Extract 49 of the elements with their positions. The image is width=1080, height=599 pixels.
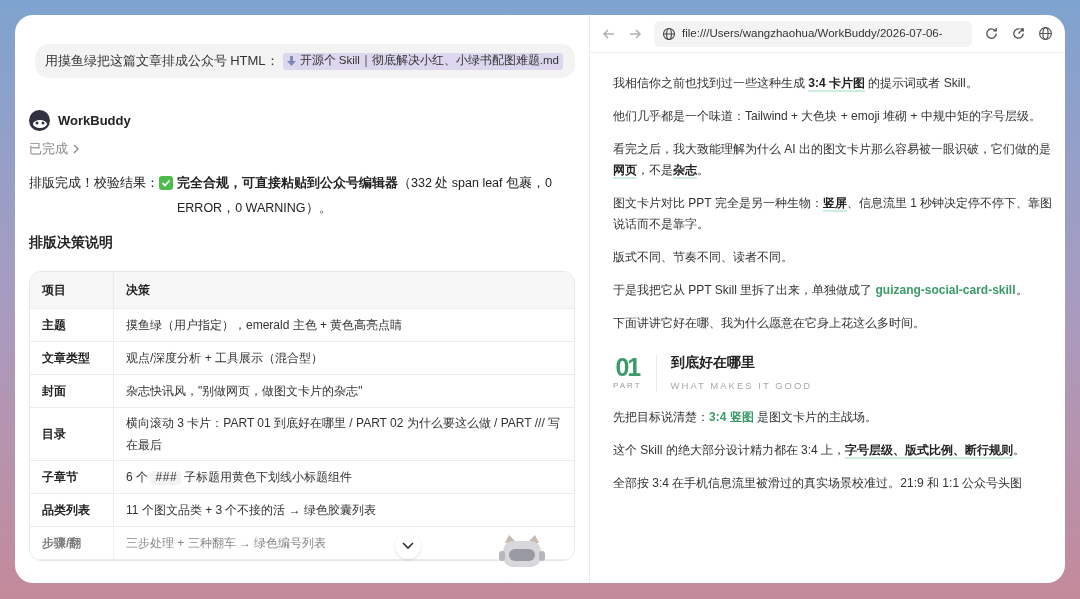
- url-text: file:///Users/wangzhaohua/WorkBuddy/2026-07-06-: [682, 25, 943, 41]
- globe-icon: [662, 26, 676, 41]
- result-text: 完全合规，可直接粘贴到公众号编辑器（332 处 span leaf 包裹，0 ERROR，0 WARNING）。: [177, 174, 553, 217]
- table-cell-text: 三步处理 + 三种翻车 → 绿色编号列表: [125, 535, 328, 552]
- article-paragraph: 于是我把它从 PPT Skill 里拆了出来，单独做成了 guizang-social-card-skill。: [613, 282, 1029, 299]
- reload-icon[interactable]: [984, 26, 999, 41]
- chevron-right-icon: [72, 144, 80, 155]
- assistant-name: WorkBuddy: [58, 111, 131, 130]
- article-paragraph: 我相信你之前也找到过一些这种生成 3:4 卡片图 的提示词或者 Skill。: [613, 75, 979, 94]
- article-paragraph: 全部按 3:4 在手机信息流里被滑过的真实场景校准过。21:9 和 1:1 公众号头图: [613, 475, 1024, 493]
- table-cell-text: 6 个 ### 子标题用黄色下划线小标题组件: [125, 468, 354, 487]
- table-cell-text: 观点/深度分析 + 工具展示（混合型）: [125, 350, 324, 367]
- table-cell: 主题: [30, 309, 114, 341]
- article-paragraph: 先把目标说清楚：3:4 竖图 是图文卡片的主战场。: [613, 409, 879, 427]
- status-toggle[interactable]: 已完成: [29, 140, 80, 159]
- address-bar[interactable]: file:///Users/wangzhaohua/WorkBuddy/2026-07-06-: [654, 20, 972, 47]
- section-heading: 排版决策说明: [29, 233, 114, 252]
- section-title: 到底好在哪里: [670, 353, 756, 372]
- article-paragraph: 版式不同、节奏不同、读者不同。: [613, 249, 794, 266]
- table-cell-text: 杂志快讯风，"别做网页，做图文卡片的杂志": [125, 383, 364, 400]
- message-text: 用摸鱼绿把这篇文章排成公众号 HTML：: [44, 52, 279, 71]
- article-paragraph: 下面讲讲它好在哪、我为什么愿意在它身上花这么多时间。: [613, 315, 926, 332]
- chevron-down-icon: [402, 542, 414, 550]
- section-subtitle: WHAT MAKES IT GOOD: [670, 379, 813, 393]
- table-cell: 目录: [30, 408, 114, 460]
- table-cell-text: 摸鱼绿（用户指定），emerald 主色 + 黄色高亮点睛: [125, 317, 404, 334]
- avatar-icon: [29, 110, 50, 131]
- column-header: 项目: [30, 272, 114, 308]
- file-attachment[interactable]: 开源个 Skill｜彻底解决小红、小绿书配图难题.md: [282, 52, 563, 70]
- table-cell: 封面: [30, 375, 114, 407]
- scroll-down-button[interactable]: [395, 533, 421, 559]
- section-number: 01: [615, 353, 640, 380]
- result-text: 排版完成！校验结果：: [29, 174, 159, 192]
- table-cell: 品类列表: [30, 494, 114, 526]
- table-cell: 文章类型: [30, 342, 114, 374]
- checkmark-icon: [159, 175, 173, 190]
- article-paragraph: 他们几乎都是一个味道：Tailwind + 大色块 + emoji 堆砌 + 中规中矩的字号层级。: [613, 108, 1042, 125]
- article-paragraph: 图文卡片对比 PPT 完全是另一种生物：竖屏、信息流里 1 秒钟决定停不停下、靠图说话而不是靠字。: [613, 195, 1054, 233]
- article-paragraph: 看完之后，我大致能理解为什么 AI 出的图文卡片那么容易被一眼识破，它们做的是 网页，不是杂志。: [613, 141, 1052, 181]
- table-cell-text: 横向滚动 3 卡片：PART 01 到底好在哪里 / PART 02 为什么要这么做 / PART /// 写在最后: [125, 415, 562, 454]
- table-cell-text: 11 个图文品类 + 3 个不接的活 → 绿色胶囊列表: [125, 502, 378, 519]
- download-arrow-icon: [286, 56, 296, 66]
- table-cell: 步骤/翻: [30, 527, 114, 559]
- globe-icon[interactable]: [1038, 26, 1053, 41]
- part-label: PART: [613, 379, 642, 392]
- table-cell: 子章节: [30, 461, 114, 493]
- share-icon[interactable]: [1011, 26, 1026, 41]
- column-header: 决策: [125, 282, 151, 299]
- article-paragraph: 这个 Skill 的绝大部分设计精力都在 3:4 上，字号层级、版式比例、断行规则。: [613, 442, 1027, 462]
